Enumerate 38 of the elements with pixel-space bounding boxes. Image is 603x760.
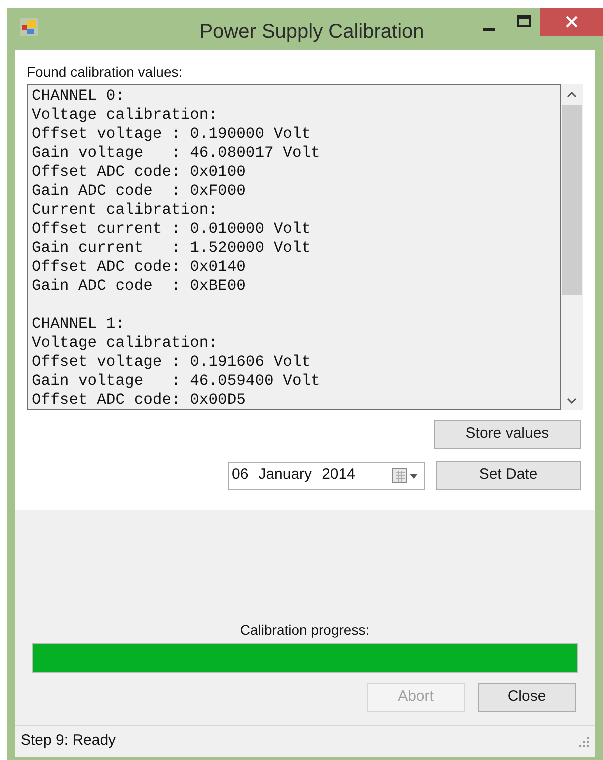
text-line: CHANNEL 1: <box>32 315 126 334</box>
text-line: Current calibration: <box>32 201 220 220</box>
close-window-button[interactable] <box>540 8 603 36</box>
close-icon <box>566 16 578 28</box>
date-year: 2014 <box>322 465 356 486</box>
progress-label: Calibration progress: <box>240 621 370 640</box>
text-line: Voltage calibration: <box>32 106 220 125</box>
text-line: Gain voltage : 46.080017 Volt <box>32 144 322 163</box>
text-line: Gain ADC code : 0xF000 <box>32 182 247 201</box>
text-line: Offset ADC code: 0x00D5 <box>32 391 247 409</box>
window-title: Power Supply Calibration <box>198 20 426 45</box>
date-picker[interactable]: 06 January 2014 <box>228 462 425 490</box>
text-line: Offset ADC code: 0x0100 <box>32 163 247 182</box>
text-line: CHANNEL 0: <box>32 87 126 106</box>
push-button[interactable]: Set Date <box>436 461 581 490</box>
push-button[interactable]: Store values <box>434 420 581 449</box>
section-label: Found calibration values: <box>27 63 184 82</box>
resize-grip-icon[interactable] <box>579 736 589 746</box>
status-text: Step 9: Ready <box>21 731 116 752</box>
maximize-icon[interactable] <box>517 15 531 27</box>
scrollbar[interactable] <box>561 84 583 410</box>
results-textbox[interactable] <box>27 84 562 410</box>
scroll-down-icon[interactable] <box>567 398 578 404</box>
date-month: January <box>258 465 312 486</box>
text-line: Voltage calibration: <box>32 334 220 353</box>
text-line: Gain current : 1.520000 Volt <box>32 239 312 258</box>
text-line: Offset voltage : 0.191606 Volt <box>32 353 312 372</box>
text-line: Gain ADC code : 0xBE00 <box>32 277 247 296</box>
date-day: 06 <box>232 464 249 487</box>
text-line: Offset current : 0.010000 Volt <box>32 220 312 239</box>
scrollbar-thumb[interactable] <box>562 105 582 295</box>
text-line: Gain voltage : 46.059400 Volt <box>32 372 322 391</box>
calendar-dropdown-icon[interactable] <box>392 468 420 484</box>
text-line: Offset ADC code: 0x0140 <box>32 258 247 277</box>
app-icon <box>20 18 38 36</box>
push-button[interactable]: Close <box>478 683 576 712</box>
scroll-up-icon[interactable] <box>567 92 578 98</box>
text-line: Offset voltage : 0.190000 Volt <box>32 125 312 144</box>
